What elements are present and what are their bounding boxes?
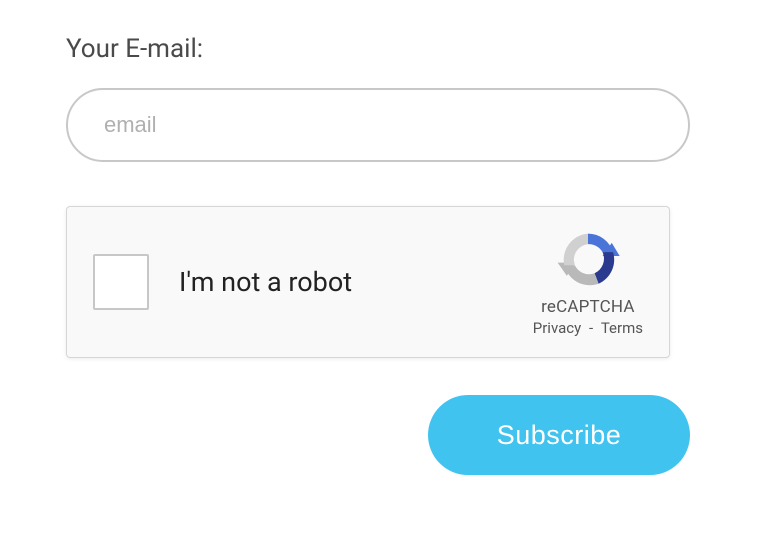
recaptcha-links-separator: -	[585, 319, 597, 337]
email-label: Your E-mail:	[66, 34, 690, 64]
email-input[interactable]	[66, 88, 690, 162]
recaptcha-terms-link[interactable]: Terms	[601, 319, 643, 337]
recaptcha-checkbox[interactable]	[93, 254, 149, 310]
recaptcha-links: Privacy - Terms	[533, 319, 643, 337]
subscribe-button[interactable]: Subscribe	[428, 395, 690, 475]
recaptcha-logo-icon	[555, 227, 621, 293]
recaptcha-branding: reCAPTCHA Privacy - Terms	[533, 227, 643, 337]
recaptcha-widget: I'm not a robot reCAPTCHA Privacy - Term…	[66, 206, 670, 358]
recaptcha-brand-text: reCAPTCHA	[541, 297, 635, 317]
recaptcha-privacy-link[interactable]: Privacy	[533, 319, 581, 337]
recaptcha-checkbox-label: I'm not a robot	[179, 266, 352, 298]
